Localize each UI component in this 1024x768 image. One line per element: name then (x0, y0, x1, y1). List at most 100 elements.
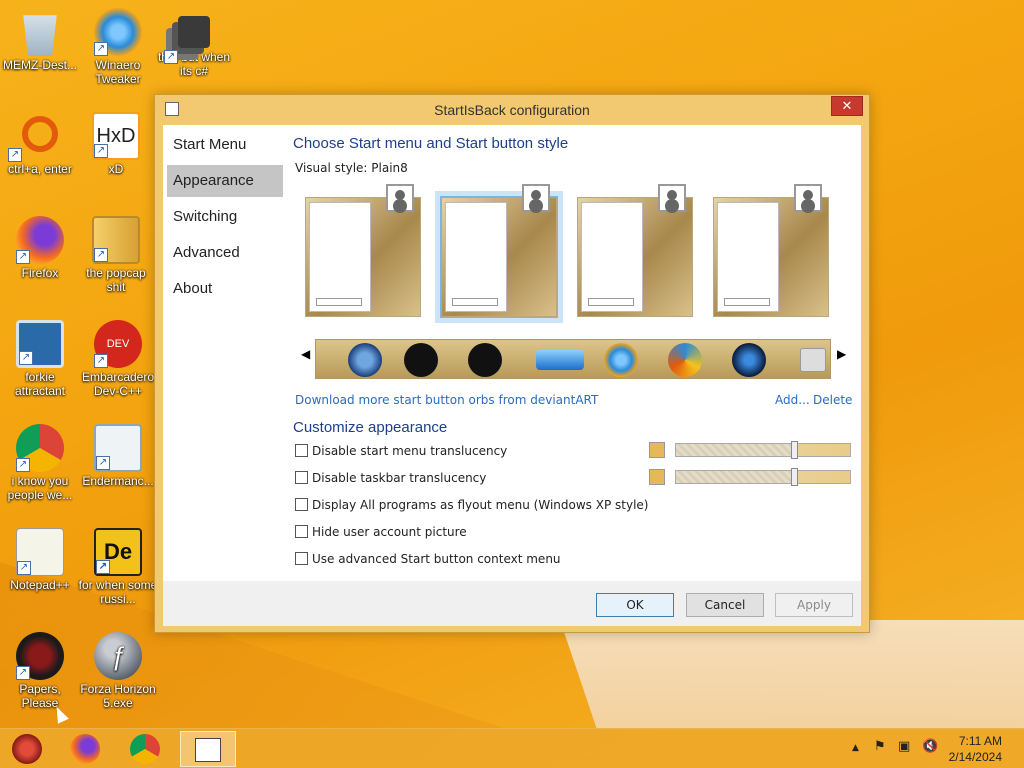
orb-8[interactable] (800, 348, 826, 372)
desktop-icon-de[interactable]: De ↗ for when some russi... (78, 528, 158, 606)
search-box-preview (316, 298, 362, 306)
menu-translucency-slider[interactable] (675, 441, 851, 459)
checkbox[interactable] (295, 444, 308, 457)
desktop-icon-endermanch[interactable]: ↗ Endermanc... (78, 424, 158, 488)
papers-please-icon: ↗ (16, 632, 64, 680)
desktop-icon-popcap[interactable]: ↗ the popcap shit (76, 216, 156, 294)
desktop-icon-firefox[interactable]: ↗ Firefox (0, 216, 80, 280)
action-center-flag-icon[interactable]: ⚑ (874, 739, 886, 754)
start-orb-strip[interactable] (315, 339, 831, 379)
taskbar-start-orb[interactable] (0, 731, 56, 767)
menu-panel (445, 202, 507, 312)
desktop-icon-papers-please[interactable]: ↗ Papers, Please (0, 632, 80, 710)
cancel-button[interactable]: Cancel (686, 593, 764, 617)
nav-list: Start Menu Appearance Switching Advanced… (167, 129, 283, 309)
taskbar-startisback-config[interactable] (180, 731, 236, 767)
desktop-icon-memz[interactable]: MEMZ-Dest... (0, 8, 80, 72)
desktop-icon-ctrl-a[interactable]: ↗ ctrl+a, enter (0, 112, 80, 176)
shortcut-arrow-icon: ↗ (16, 250, 30, 264)
desktop-icon-chrome[interactable]: ↗ i know you people we... (0, 424, 80, 502)
delete-orb-link[interactable]: Delete (813, 393, 852, 407)
slider-handle[interactable] (791, 468, 799, 486)
slider-fill (676, 444, 795, 456)
style-thumb-4[interactable] (713, 184, 829, 317)
menu-color-swatch[interactable] (649, 442, 665, 458)
orbs-left-arrow-icon[interactable]: ◀ (301, 347, 310, 361)
user-picture-icon (658, 184, 686, 212)
taskbar-translucency-slider[interactable] (675, 468, 851, 486)
checkbox[interactable] (295, 471, 308, 484)
clock-date: 2/14/2024 (948, 750, 1002, 764)
visual-style-row: Visual style: Plain8 (295, 161, 408, 175)
style-thumb-2[interactable] (440, 184, 558, 318)
shortcut-arrow-icon: ↗ (96, 456, 110, 470)
nav-item-switching[interactable]: Switching (167, 201, 283, 233)
close-button[interactable]: ✕ (831, 96, 863, 116)
window-title: StartIsBack configuration (434, 102, 590, 118)
style-thumbnails (303, 184, 833, 325)
startisback-config-window[interactable]: StartIsBack configuration ✕ Start Menu A… (154, 94, 870, 633)
user-picture-icon (794, 184, 822, 212)
search-box-preview (452, 298, 498, 306)
orb-5[interactable] (604, 343, 638, 377)
apply-button[interactable]: Apply (775, 593, 853, 617)
user-picture-icon (522, 184, 550, 212)
volume-muted-icon[interactable]: 🔇 (922, 739, 938, 754)
add-orb-link[interactable]: Add... (775, 393, 810, 407)
option-flyout-menu[interactable]: Display All programs as flyout menu (Win… (295, 498, 648, 514)
flash-icon: ƒ (94, 632, 142, 680)
checkbox[interactable] (295, 525, 308, 538)
desktop-icon-notepadpp[interactable]: ↗ Notepad++ (0, 528, 80, 592)
nav-item-about[interactable]: About (167, 273, 283, 305)
desktop-icon-that-but[interactable]: ↗ that but when its c# (154, 8, 234, 78)
content-panel: Start Menu Appearance Switching Advanced… (163, 125, 861, 581)
network-icon[interactable]: ▣ (898, 739, 910, 754)
taskbar-firefox[interactable] (58, 731, 114, 767)
orb-3[interactable] (468, 343, 502, 377)
chrome-icon (130, 734, 160, 764)
orb-2[interactable] (404, 343, 438, 377)
desktop-icon-devcpp[interactable]: DEV ↗ Embarcadero Dev-C++ (78, 320, 158, 398)
customize-heading: Customize appearance (293, 419, 448, 436)
orb-1[interactable] (348, 343, 382, 377)
shortcut-arrow-icon: ↗ (96, 560, 110, 574)
option-disable-taskbar-translucency[interactable]: Disable taskbar translucency (295, 471, 486, 487)
ok-button[interactable]: OK (596, 593, 674, 617)
taskbar-clock[interactable]: 7:11 AM 2/14/2024 (949, 733, 1002, 765)
checkbox[interactable] (295, 498, 308, 511)
style-thumb-3[interactable] (577, 184, 693, 317)
nav-item-start-menu[interactable]: Start Menu (167, 129, 283, 161)
shortcut-arrow-icon: ↗ (19, 351, 33, 365)
checkbox[interactable] (295, 552, 308, 565)
style-thumb-1[interactable] (305, 184, 421, 317)
firefox-icon (70, 734, 100, 764)
taskbar-color-swatch[interactable] (649, 469, 665, 485)
slider-fill (676, 471, 795, 483)
window-client: Start Menu Appearance Switching Advanced… (163, 125, 861, 626)
shortcut-arrow-icon: ↗ (164, 50, 178, 64)
orbs-right-arrow-icon[interactable]: ▶ (837, 347, 846, 361)
nav-item-advanced[interactable]: Advanced (167, 237, 283, 269)
option-disable-menu-translucency[interactable]: Disable start menu translucency (295, 444, 507, 460)
taskbar-chrome[interactable] (118, 731, 174, 767)
download-orbs-link[interactable]: Download more start button orbs from dev… (295, 393, 598, 407)
tray-show-hidden-icon[interactable]: ▲ (852, 743, 859, 753)
slider-handle[interactable] (791, 441, 799, 459)
desktop-icon-forkie[interactable]: ↗ forkie attractant (0, 320, 80, 398)
firefox-icon: ↗ (16, 216, 64, 264)
option-advanced-context-menu[interactable]: Use advanced Start button context menu (295, 552, 561, 568)
shortcut-arrow-icon: ↗ (8, 148, 22, 162)
orb-6[interactable] (668, 343, 702, 377)
title-bar[interactable]: StartIsBack configuration ✕ (155, 95, 869, 123)
notepad-icon: ↗ (16, 528, 64, 576)
desktop-icon-forza[interactable]: ƒ Forza Horizon 5.exe (78, 632, 158, 710)
visual-style-value: Plain8 (371, 161, 408, 175)
orb-4[interactable] (536, 350, 584, 370)
option-hide-user-picture[interactable]: Hide user account picture (295, 525, 467, 541)
desktop-icon-xd[interactable]: HxD ↗ xD (76, 112, 156, 176)
magnifier-icon: ↗ (8, 116, 58, 162)
menu-panel (717, 202, 779, 312)
orb-7[interactable] (732, 343, 766, 377)
nav-item-appearance[interactable]: Appearance (167, 165, 283, 197)
desktop-icon-winaero[interactable]: ↗ Winaero Tweaker (78, 8, 158, 86)
